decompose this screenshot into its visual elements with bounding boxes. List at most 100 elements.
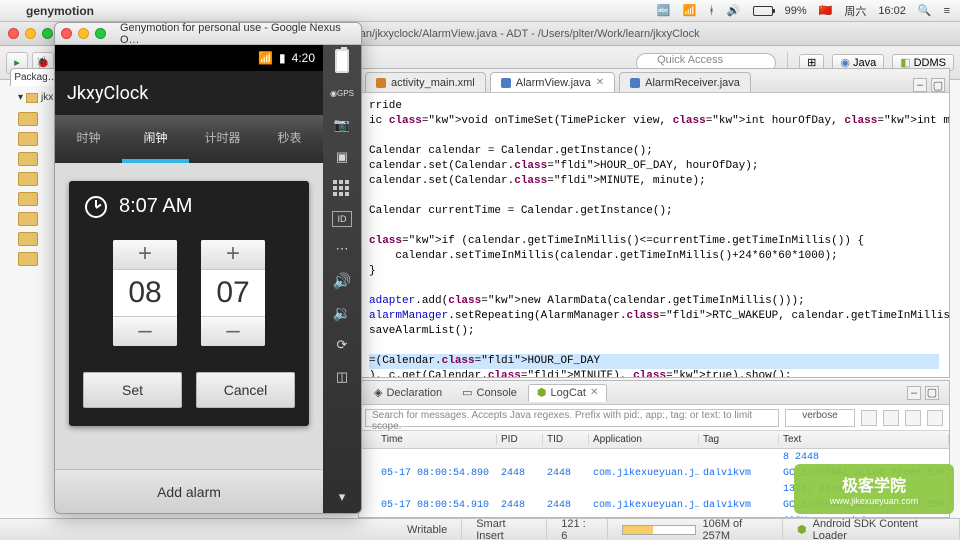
col-app[interactable]: Application (589, 434, 699, 445)
minute-increment-button[interactable]: + (201, 240, 265, 270)
volume-up-button[interactable]: 🔊 (329, 271, 355, 291)
minimize-view-icon[interactable]: – (907, 386, 921, 400)
col-tid[interactable]: TID (543, 434, 589, 445)
folder-icon[interactable] (18, 152, 38, 166)
notification-center-icon[interactable]: ≡ (944, 5, 950, 17)
watermark: 极客学院 www.jikexueyuan.com (794, 464, 954, 514)
minute-picker[interactable]: + 07 – (201, 240, 265, 346)
flag-icon[interactable]: 🇨🇳 (819, 4, 833, 17)
bluetooth-icon[interactable]: ᚼ (708, 5, 715, 17)
more-button[interactable]: ▾ (329, 487, 355, 507)
hour-increment-button[interactable]: + (113, 240, 177, 270)
time-label: 8:07 AM (119, 195, 192, 218)
close-tab-icon[interactable]: ✕ (590, 387, 598, 398)
zoom-window-icon[interactable] (95, 28, 106, 39)
close-window-icon[interactable] (61, 28, 72, 39)
col-time[interactable]: Time (377, 434, 497, 445)
menubar-app[interactable]: genymotion (26, 4, 94, 18)
col-text[interactable]: Text (779, 434, 949, 445)
cancel-button[interactable]: Cancel (196, 372, 295, 408)
expand-icon[interactable]: ▾ (18, 92, 23, 103)
cursor-icon: ↖ (185, 512, 197, 514)
capture-widget[interactable]: ▣ (329, 147, 355, 167)
java-icon (630, 78, 640, 88)
status-heap[interactable]: 106M of 257M (608, 519, 783, 540)
folder-icon[interactable] (18, 172, 38, 186)
console-icon: ▭ (462, 386, 472, 399)
identifier-widget[interactable]: ID (332, 211, 352, 227)
rotate-button[interactable]: ⟳ (329, 335, 355, 355)
tab-alarm[interactable]: 闹钟 (122, 115, 189, 163)
pixel-perfect-button[interactable]: ◫ (329, 367, 355, 387)
folder-icon[interactable] (18, 192, 38, 206)
volume-icon[interactable]: 🔊 (727, 4, 741, 17)
folder-icon[interactable] (18, 252, 38, 266)
maximize-view-icon[interactable]: ▢ (925, 386, 939, 400)
genymotion-titlebar[interactable]: Genymotion for personal use - Google Nex… (55, 23, 361, 45)
network-widget[interactable]: ⋯ (329, 239, 355, 259)
folder-icon[interactable] (18, 112, 38, 126)
logcat-search-input[interactable]: Search for messages. Accepts Java regexe… (365, 409, 779, 427)
wifi-icon[interactable]: 📶 (683, 4, 697, 17)
xml-icon (376, 78, 386, 88)
folder-icon[interactable] (18, 132, 38, 146)
input-method-icon[interactable]: 🔤 (657, 4, 671, 17)
minute-value[interactable]: 07 (201, 270, 265, 316)
col-pid[interactable]: PID (497, 434, 543, 445)
tab-clock[interactable]: 时钟 (55, 115, 122, 163)
battery-icon[interactable] (753, 6, 773, 16)
status-bar: Writable Smart Insert 121 : 6 106M of 25… (0, 518, 960, 540)
tab-logcat[interactable]: ⬢LogCat✕ (528, 384, 607, 402)
android-status-bar: 📶 ▮ 4:20 (55, 45, 323, 71)
code-editor[interactable]: rride ic class="kw">void onTimeSet(TimeP… (359, 93, 949, 377)
hour-value[interactable]: 08 (113, 270, 177, 316)
tab-stopwatch[interactable]: 秒表 (256, 115, 323, 163)
save-log-button[interactable] (861, 410, 877, 426)
maximize-view-icon[interactable]: ▢ (931, 78, 945, 92)
mac-menu-bar: genymotion 🔤 📶 ᚼ 🔊 99% 🇨🇳 周六 16:02 🔍 ≡ (0, 0, 960, 22)
battery-percent: 99% (785, 5, 807, 17)
genymotion-window[interactable]: Genymotion for personal use - Google Nex… (54, 22, 362, 514)
hour-picker[interactable]: + 08 – (113, 240, 177, 346)
declaration-icon: ◈ (374, 386, 382, 399)
zoom-window-icon[interactable] (42, 28, 53, 39)
device-screen[interactable]: 📶 ▮ 4:20 JkxyClock 时钟 闹钟 计时器 秒表 8:07 AM … (55, 45, 323, 513)
logcat-toolbar: Search for messages. Accepts Java regexe… (359, 405, 949, 431)
close-tab-icon[interactable]: ✕ (596, 77, 604, 88)
minimize-view-icon[interactable]: – (913, 78, 927, 92)
minute-decrement-button[interactable]: – (201, 316, 265, 346)
tab-declaration[interactable]: ◈Declaration (365, 384, 451, 402)
minimize-window-icon[interactable] (78, 28, 89, 39)
add-alarm-button[interactable]: Add alarm ↖ (55, 469, 323, 513)
status-time: 4:20 (292, 51, 315, 65)
display-filters-button[interactable] (905, 410, 921, 426)
editor-tabs: activity_main.xml AlarmView.java✕ AlarmR… (359, 69, 949, 93)
volume-down-button[interactable]: 🔉 (329, 303, 355, 323)
spotlight-icon[interactable]: 🔍 (918, 4, 932, 17)
java-icon (501, 78, 511, 88)
folder-icon[interactable] (18, 232, 38, 246)
minimize-window-icon[interactable] (25, 28, 36, 39)
clear-log-button[interactable] (883, 410, 899, 426)
gps-widget[interactable]: ◉GPS (329, 83, 355, 103)
tab-alarmreceiver[interactable]: AlarmReceiver.java (619, 72, 751, 92)
tab-alarmview[interactable]: AlarmView.java✕ (490, 72, 615, 92)
editor-area: activity_main.xml AlarmView.java✕ AlarmR… (358, 68, 950, 378)
hour-decrement-button[interactable]: – (113, 316, 177, 346)
tab-activity-main[interactable]: activity_main.xml (365, 72, 486, 92)
folder-icon[interactable] (18, 212, 38, 226)
logcat-level-select[interactable]: verbose (785, 409, 855, 427)
set-button[interactable]: Set (83, 372, 182, 408)
tab-timer[interactable]: 计时器 (189, 115, 256, 163)
close-window-icon[interactable] (8, 28, 19, 39)
battery-widget[interactable] (329, 51, 355, 71)
signal-icon: 📶 (258, 51, 273, 65)
scroll-lock-button[interactable] (927, 410, 943, 426)
remote-widget[interactable] (329, 179, 355, 199)
android-tabs: 时钟 闹钟 计时器 秒表 (55, 115, 323, 163)
col-tag[interactable]: Tag (699, 434, 779, 445)
camera-widget[interactable]: 📷 (329, 115, 355, 135)
tab-console[interactable]: ▭Console (453, 384, 526, 402)
status-writable: Writable (393, 519, 462, 540)
menubar-day: 周六 (844, 3, 866, 19)
